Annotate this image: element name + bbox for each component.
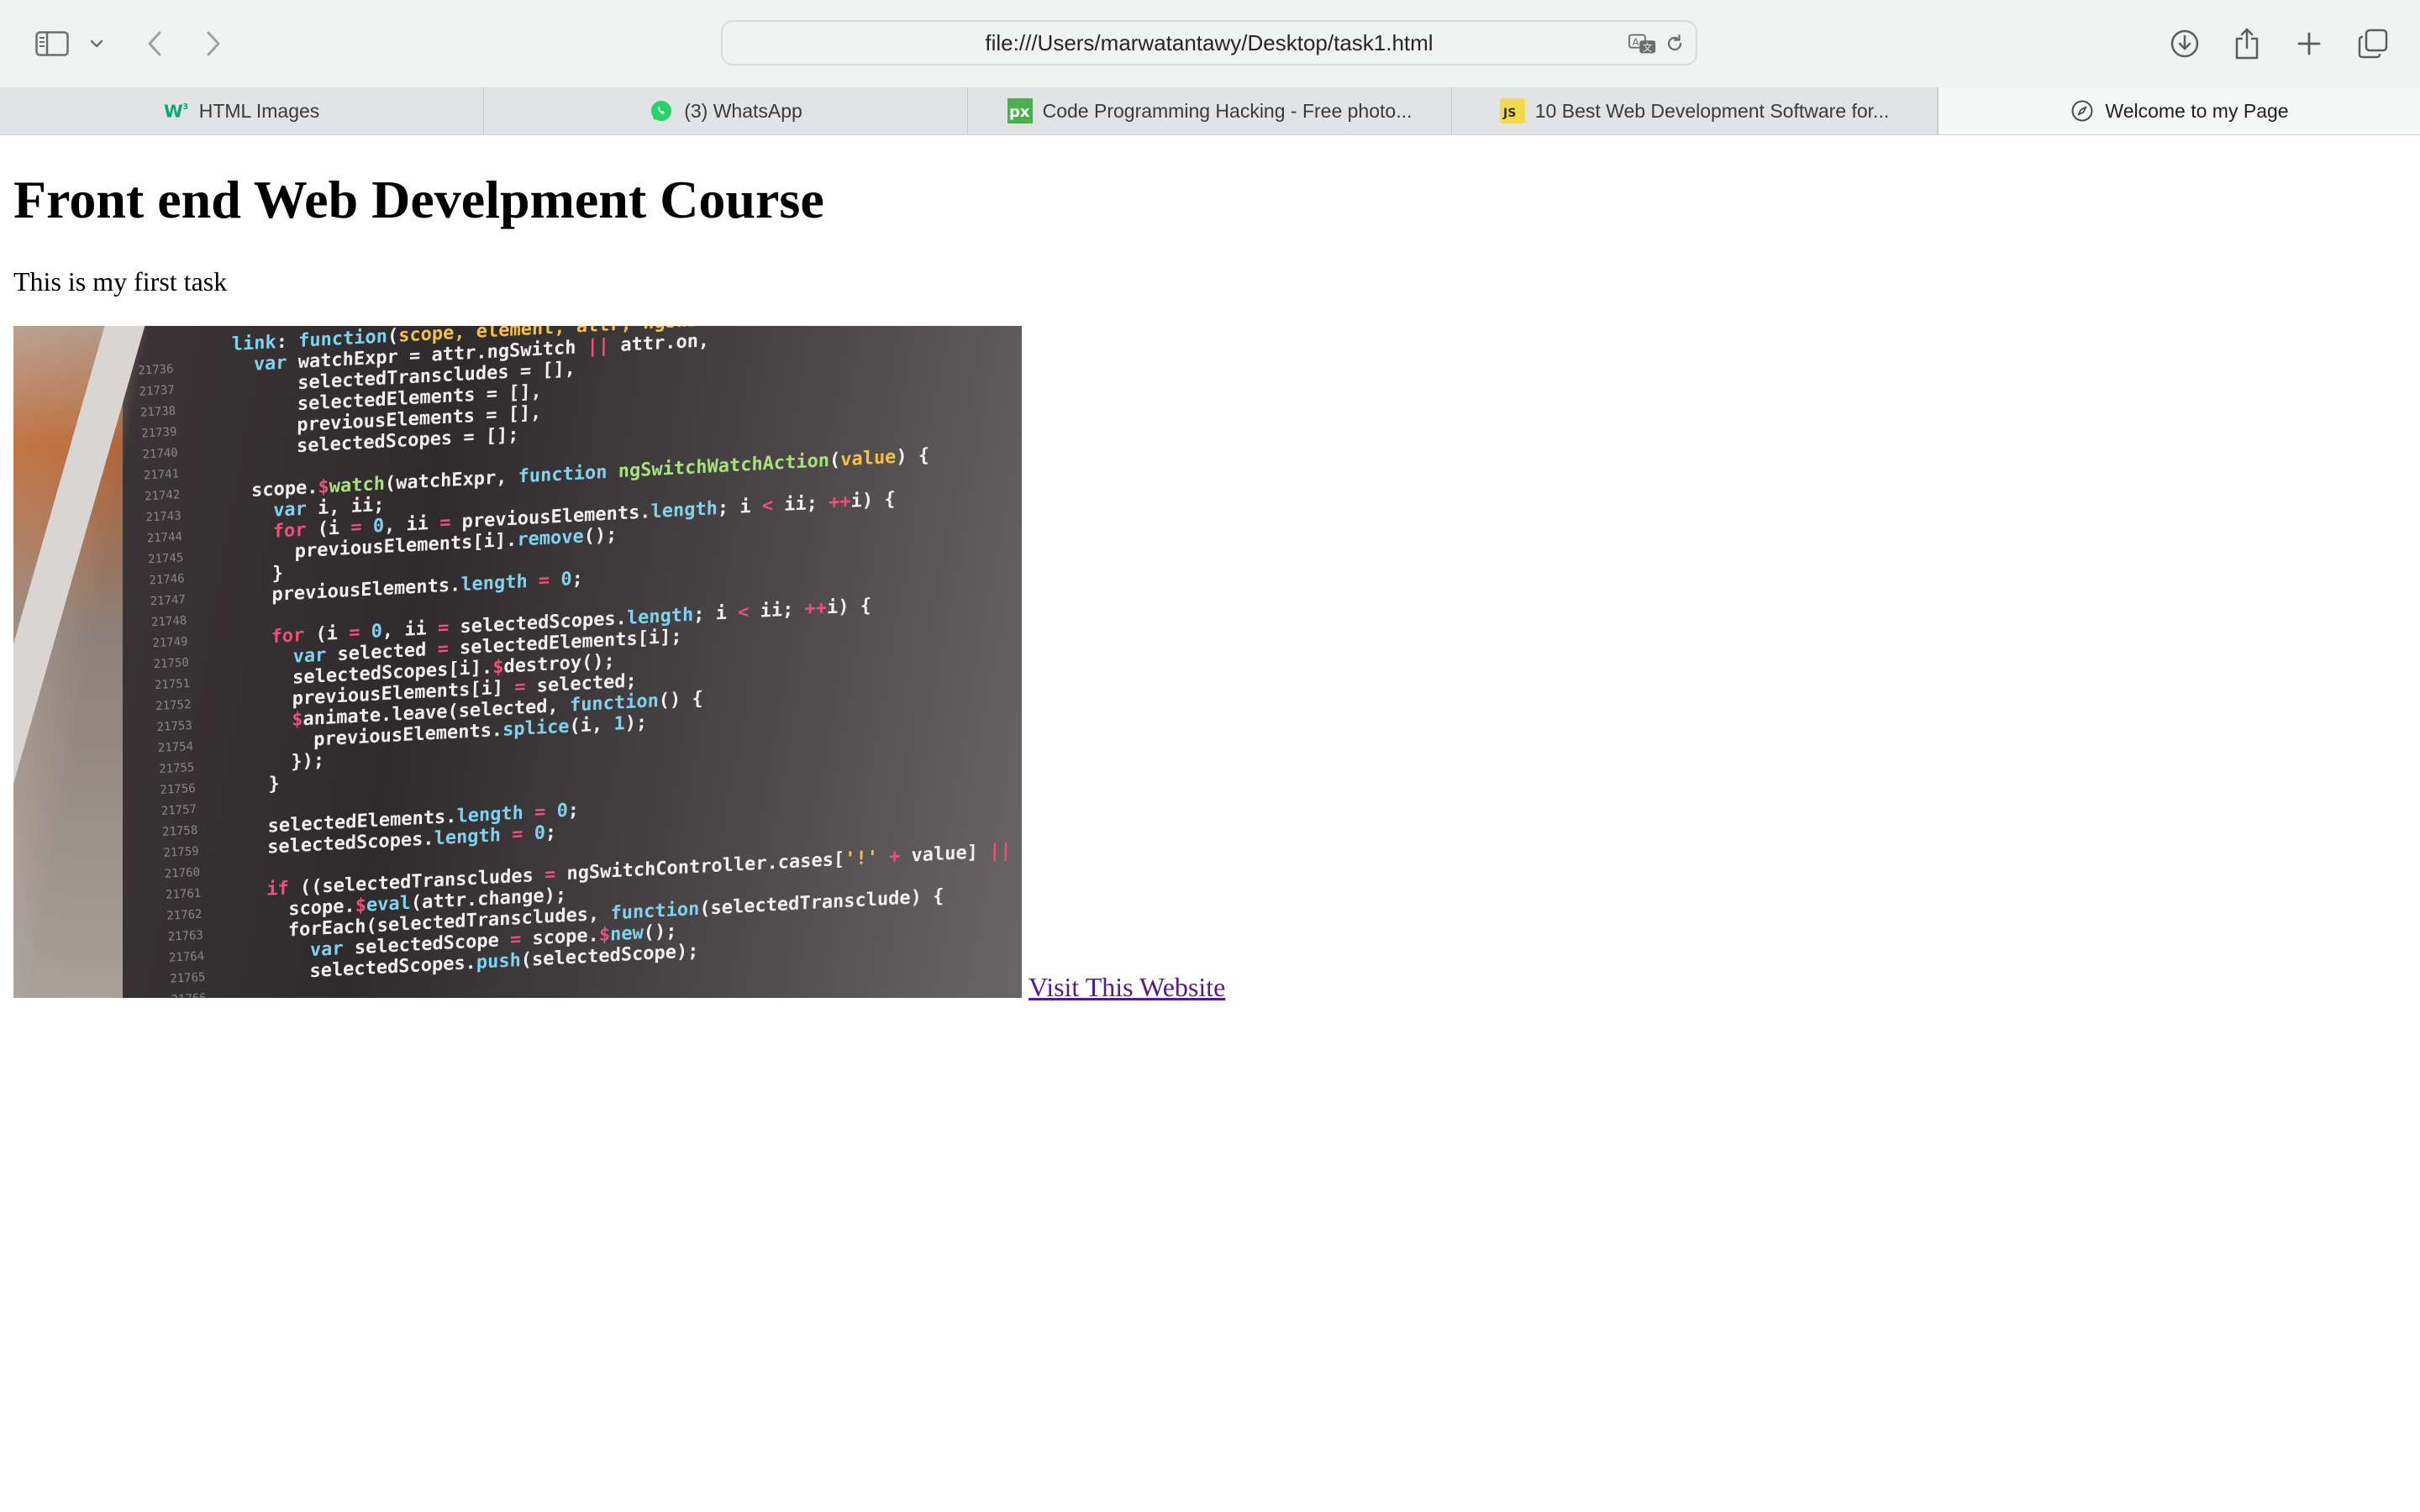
- tab-label: (3) WhatsApp: [684, 99, 802, 122]
- code-line-numbers: 21736 21737 21738 21739 21740 21741 2174…: [137, 362, 207, 998]
- svg-text:文: 文: [1643, 42, 1652, 54]
- tab-welcome-active[interactable]: Welcome to my Page: [1938, 87, 2420, 134]
- visit-website-link[interactable]: Visit This Website: [1028, 972, 1225, 1003]
- page-heading: Front end Web Develpment Course: [13, 170, 824, 229]
- tab-label: Welcome to my Page: [2105, 99, 2289, 122]
- chevron-down-icon[interactable]: [76, 20, 118, 67]
- tab-label: Code Programming Hacking - Free photo...: [1042, 99, 1413, 122]
- svg-text:3: 3: [182, 102, 188, 112]
- whatsapp-icon: [649, 98, 674, 123]
- new-tab-icon[interactable]: [2286, 20, 2333, 67]
- download-icon[interactable]: [2161, 20, 2208, 67]
- svg-text:W: W: [164, 102, 183, 122]
- share-icon[interactable]: [2223, 20, 2270, 67]
- browser-toolbar: file:///Users/marwatantawy/Desktop/task1…: [0, 0, 2420, 88]
- back-icon[interactable]: [131, 20, 178, 67]
- w3schools-icon: W3: [164, 98, 189, 123]
- tab-html-images[interactable]: W3 HTML Images: [0, 87, 484, 134]
- tab-label: HTML Images: [198, 99, 320, 122]
- tab-code-programming-hacking[interactable]: px Code Programming Hacking - Free photo…: [968, 87, 1452, 134]
- forward-icon[interactable]: [190, 20, 237, 67]
- svg-text:px: px: [1009, 103, 1030, 121]
- code-laptop-image: 21736 21737 21738 21739 21740 21741 2174…: [13, 326, 1022, 998]
- svg-text:JS: JS: [1502, 107, 1516, 120]
- page-content: Front end Web Develpment Course This is …: [0, 135, 2420, 1512]
- tab-overview-icon[interactable]: [2349, 20, 2396, 67]
- code-screen-text: link: function(scope, element, attr, ngS…: [220, 326, 1012, 987]
- svg-text:A: A: [1633, 36, 1639, 48]
- js-icon: JS: [1499, 98, 1525, 123]
- tab-bar: W3 HTML Images (3) WhatsApp px Code Prog…: [0, 87, 2420, 135]
- pixabay-icon: px: [1007, 98, 1033, 123]
- tab-label: 10 Best Web Development Software for...: [1534, 99, 1890, 122]
- page-paragraph: This is my first task: [13, 266, 228, 297]
- translate-icon[interactable]: A文: [1628, 29, 1657, 58]
- tab-whatsapp[interactable]: (3) WhatsApp: [484, 87, 968, 134]
- compass-icon: [2070, 98, 2095, 123]
- reload-icon[interactable]: [1660, 29, 1689, 58]
- address-url[interactable]: file:///Users/marwatantawy/Desktop/task1…: [723, 22, 1696, 64]
- sidebar-icon[interactable]: [29, 20, 76, 67]
- address-bar[interactable]: file:///Users/marwatantawy/Desktop/task1…: [721, 20, 1697, 66]
- tab-best-web-dev-software[interactable]: JS 10 Best Web Development Software for.…: [1452, 87, 1938, 134]
